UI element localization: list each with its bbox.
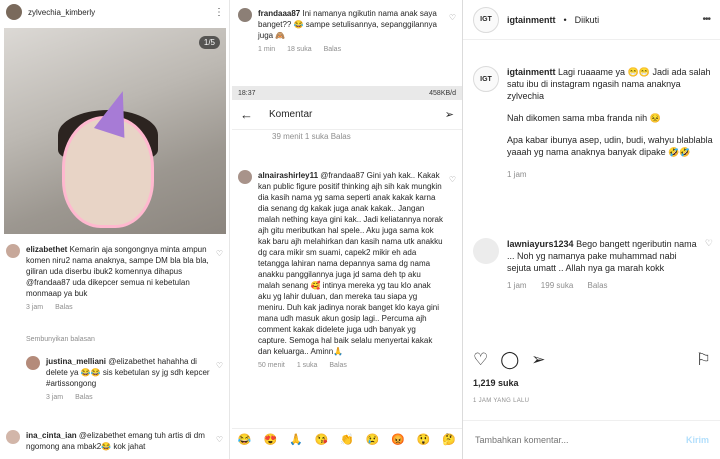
avatar bbox=[238, 8, 252, 22]
comment-justina: justina_melliani @elizabethet hahahha di… bbox=[26, 356, 223, 403]
comments-header: ← Komentar ➢ bbox=[232, 100, 462, 130]
comment-likes: 18 suka bbox=[287, 46, 312, 53]
caption-user[interactable]: igtainmentt bbox=[507, 67, 556, 77]
photo-counter: 1/5 bbox=[198, 36, 220, 49]
previous-comment-meta: 39 menit 1 suka Balas bbox=[272, 132, 351, 141]
caption-line-2: Nah dikomen sama mba franda nih 😣 bbox=[507, 113, 661, 123]
comment-icon[interactable]: ◯ bbox=[500, 350, 519, 370]
emoji-item: 🤔 bbox=[442, 434, 456, 446]
comment-mention: @elizabethet bbox=[78, 431, 126, 440]
emoji-item: 😲 bbox=[416, 434, 431, 446]
share-icon[interactable]: ➢ bbox=[531, 350, 545, 370]
emoji-item: 😢 bbox=[365, 434, 380, 446]
emoji-item: 😘 bbox=[314, 434, 329, 446]
comment-mention: @elizabethet bbox=[108, 357, 156, 366]
comment-time: 1 jam bbox=[507, 281, 527, 290]
avatar[interactable]: IGT bbox=[473, 6, 499, 33]
comment-mention: @frandaa87 bbox=[320, 171, 365, 180]
heart-icon: ♡ bbox=[448, 175, 456, 184]
post-comment-button[interactable]: Kirim bbox=[686, 435, 709, 445]
add-comment-bar: Kirim bbox=[463, 420, 720, 459]
avatar bbox=[238, 170, 252, 184]
comment-text: Gini yah kak.. Kakak kan public figure p… bbox=[258, 171, 443, 356]
avatar bbox=[6, 4, 22, 20]
reply-link: Balas bbox=[323, 46, 342, 53]
emoji-item: 😍 bbox=[263, 434, 278, 446]
emoji-item: 🙏 bbox=[289, 434, 303, 446]
more-options-icon[interactable]: ••• bbox=[702, 14, 710, 25]
caption-time: 1 jam bbox=[507, 170, 527, 179]
comment-user: frandaaa87 bbox=[258, 9, 301, 18]
heart-icon: ♡ bbox=[215, 361, 223, 370]
post-actions: ♡ ◯ ➢ ⚐ bbox=[473, 350, 711, 370]
comments-title: Komentar bbox=[269, 109, 313, 120]
comment-user[interactable]: lawniayurs1234 bbox=[507, 239, 574, 249]
avatar[interactable]: IGT bbox=[473, 66, 499, 92]
avatar bbox=[26, 356, 40, 370]
likes-count[interactable]: 1,219 suka bbox=[473, 378, 519, 388]
post-username: zylvechia_kimberly bbox=[28, 7, 96, 17]
avatar[interactable] bbox=[473, 238, 499, 264]
avatar bbox=[6, 244, 20, 258]
screenshot-panel-comments: frandaaa87 Ini namanya ngikutin nama ana… bbox=[232, 0, 462, 459]
emoji-item: 😂 bbox=[237, 434, 252, 446]
comment-time: 3 jam bbox=[26, 304, 44, 311]
reply-button[interactable]: Balas bbox=[588, 281, 608, 290]
back-arrow-icon: ← bbox=[240, 107, 253, 122]
phone-status-bar: 18:37 458KB/d bbox=[232, 86, 462, 100]
comment-ina: ina_cinta_ian @elizabethet emang tuh art… bbox=[6, 430, 223, 452]
post-header: IGT igtainmentt • Diikuti ••• bbox=[463, 0, 720, 40]
collage-image: zylvechia_kimberly ⋮ 1/5 elizabethet Kem… bbox=[0, 0, 462, 459]
status-time: 18:37 bbox=[238, 89, 256, 97]
caption-line-3: Apa kabar ibunya asep, udin, budi, wahyu… bbox=[507, 135, 713, 157]
more-icon: ⋮ bbox=[214, 6, 224, 18]
like-icon[interactable]: ♡ bbox=[473, 350, 488, 370]
comment-likes[interactable]: 199 suka bbox=[541, 281, 573, 290]
status-network: 458KB/d bbox=[429, 89, 456, 97]
reply-link: Balas bbox=[55, 304, 73, 311]
emoji-item: 😡 bbox=[391, 434, 405, 446]
comment-user: justina_melliani bbox=[46, 357, 107, 366]
avatar bbox=[6, 430, 20, 444]
comment-alnairashirley11: alnairashirley11 @frandaa87 Gini yah kak… bbox=[238, 170, 456, 371]
screenshot-panel-post: zylvechia_kimberly ⋮ 1/5 elizabethet Kem… bbox=[0, 0, 230, 459]
comment-time: 50 menit bbox=[258, 362, 285, 369]
comment-user: alnairashirley11 bbox=[258, 171, 319, 180]
screenshot: zylvechia_kimberly ⋮ 1/5 elizabethet Kem… bbox=[0, 0, 720, 459]
comment-user: ina_cinta_ian bbox=[26, 431, 77, 440]
post-username[interactable]: igtainmentt bbox=[507, 15, 556, 25]
like-comment-icon[interactable]: ♡ bbox=[705, 238, 713, 292]
comment-time: 1 min bbox=[258, 46, 276, 53]
comment-elizabethet: elizabethet Kemarin aja songongnya minta… bbox=[6, 244, 223, 313]
comment-likes: 1 suka bbox=[296, 362, 318, 369]
send-icon: ➢ bbox=[444, 109, 454, 121]
comment-time: 3 jam bbox=[46, 394, 64, 401]
comment-lawniayurs1234: lawniayurs1234 Bego bangett ngeributin n… bbox=[473, 238, 713, 292]
post-caption: IGT igtainmentt Lagi ruaaame ya 😁😁 Jadi … bbox=[473, 66, 713, 181]
reply-link: Balas bbox=[329, 362, 347, 369]
follow-status[interactable]: Diikuti bbox=[575, 15, 695, 25]
post-header: zylvechia_kimberly ⋮ bbox=[0, 0, 229, 24]
comment-frandaa87: frandaaa87 Ini namanya ngikutin nama ana… bbox=[232, 0, 462, 86]
reply-link: Balas bbox=[75, 394, 93, 401]
bookmark-icon[interactable]: ⚐ bbox=[696, 350, 711, 370]
hide-replies-link: Sembunyikan balasan bbox=[26, 336, 95, 343]
post-time: 1 JAM YANG LALU bbox=[473, 398, 530, 404]
heart-icon: ♡ bbox=[215, 249, 223, 258]
heart-icon: ♡ bbox=[215, 435, 223, 444]
comment-input[interactable] bbox=[475, 435, 686, 445]
emoji-item: 👏 bbox=[340, 434, 354, 446]
heart-icon: ♡ bbox=[448, 13, 456, 22]
post-photo: 1/5 bbox=[4, 28, 226, 234]
separator-dot: • bbox=[563, 14, 567, 25]
emoji-row: 😂 😍 🙏 😘 👏 😢 😡 😲 🤔 bbox=[232, 428, 462, 450]
instagram-post-panel: IGT igtainmentt • Diikuti ••• IGT igtain… bbox=[462, 0, 720, 459]
comment-user: elizabethet bbox=[26, 245, 68, 254]
